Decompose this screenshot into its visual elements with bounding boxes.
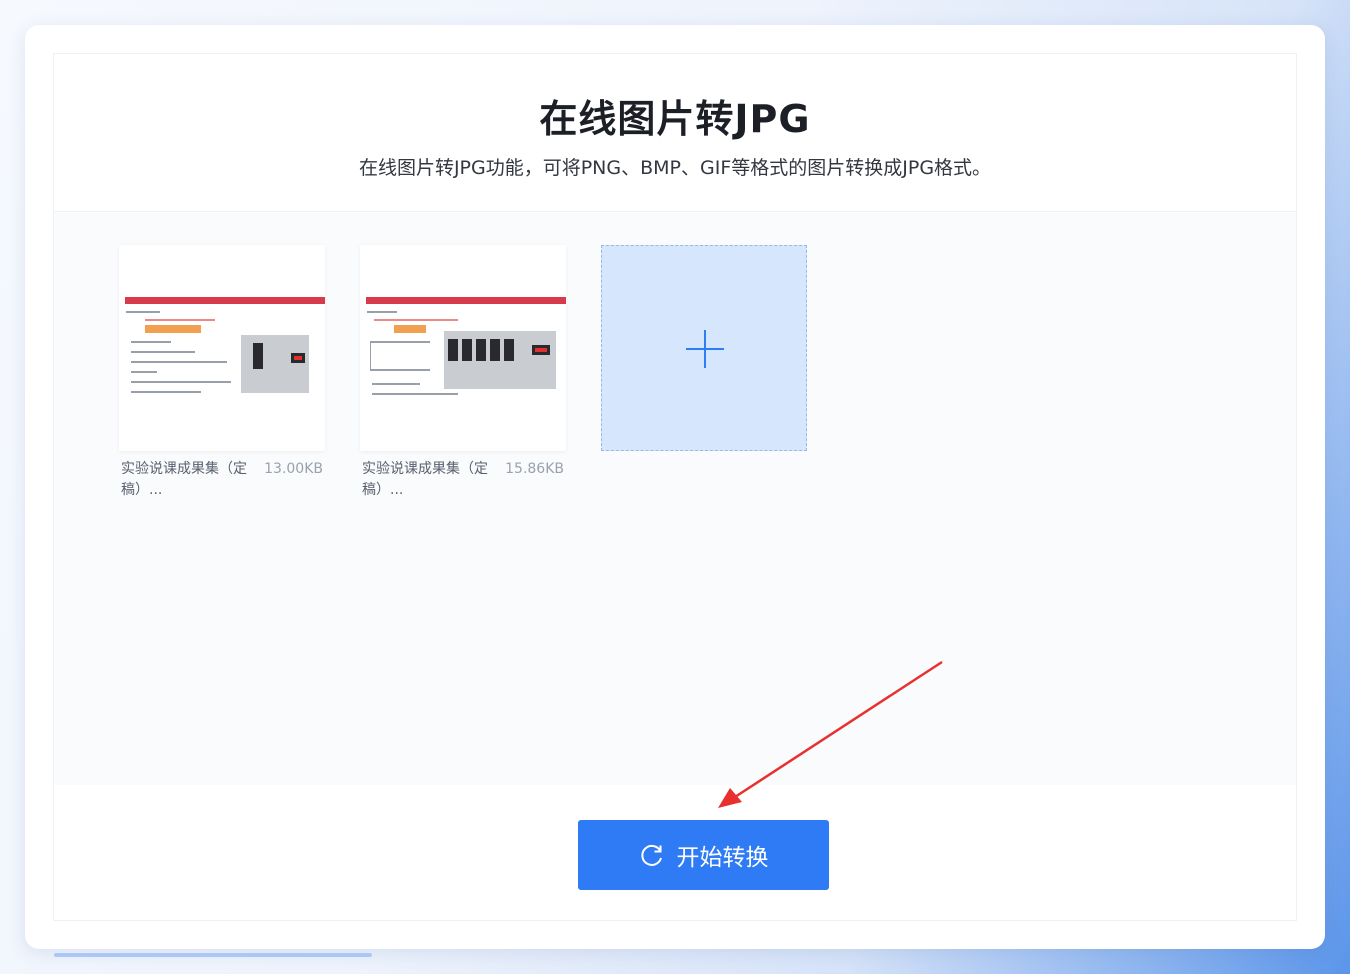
- annotation-arrow: [718, 660, 943, 808]
